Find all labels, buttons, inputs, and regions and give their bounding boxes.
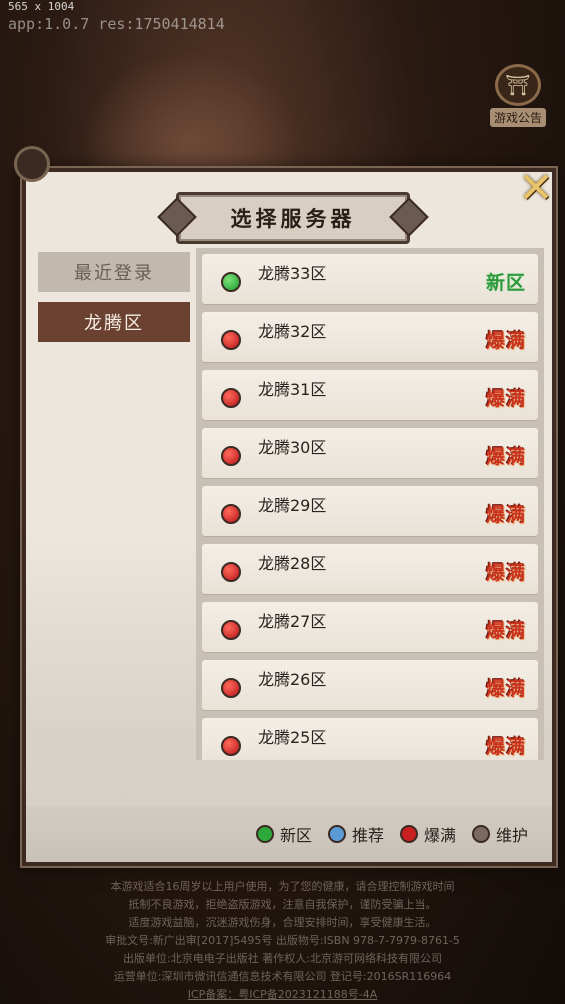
status-dot-icon [221, 504, 241, 524]
server-status: 爆满 [485, 736, 526, 758]
server-row[interactable]: 龙腾29区 爆满 [202, 486, 538, 536]
status-dot-icon [221, 388, 241, 408]
status-dot-icon [221, 562, 241, 582]
green-dot-icon [255, 825, 274, 843]
server-row[interactable]: 龙腾25区 爆满 [202, 718, 538, 760]
legend-label: 维护 [495, 826, 528, 845]
debug-overlay: 565 x 1004 app:1.0.7 res:1750414814 [8, 0, 225, 33]
server-row[interactable]: 龙腾32区 爆满 [202, 312, 538, 362]
server-row[interactable]: 龙腾31区 爆满 [202, 370, 538, 420]
server-select-panel: 选择服务器 ✕ 最近登录 龙腾区 龙腾33区 新区 龙腾32区 爆满 龙腾31区… [14, 146, 558, 866]
server-status: 爆满 [485, 678, 526, 700]
server-status: 爆满 [485, 504, 526, 526]
sidebar-item-longteng[interactable]: 龙腾区 [38, 302, 190, 342]
status-dot-icon [221, 678, 241, 698]
footer-line: 运营单位:深圳市微讯信通信息技术有限公司 登记号:2016SR116964 [113, 970, 452, 983]
server-row[interactable]: 龙腾27区 爆满 [202, 602, 538, 652]
game-notice-button[interactable]: ⛩ 游戏公告 [483, 60, 553, 130]
server-status: 爆满 [485, 388, 526, 410]
game-notice-label: 游戏公告 [489, 107, 546, 127]
sidebar-item-label: 龙腾区 [84, 313, 144, 334]
server-name: 龙腾29区 [258, 496, 327, 515]
server-group-sidebar: 最近登录 龙腾区 [38, 252, 190, 352]
close-icon[interactable]: ✕ [514, 166, 558, 210]
status-legend: 新区 推荐 爆满 维护 [26, 806, 552, 862]
red-dot-icon [399, 825, 418, 843]
server-status: 新区 [485, 272, 526, 294]
server-name: 龙腾25区 [258, 728, 327, 747]
server-name: 龙腾30区 [258, 438, 327, 457]
server-status: 爆满 [485, 562, 526, 584]
server-name: 龙腾31区 [258, 380, 327, 399]
sidebar-item-label: 最近登录 [74, 263, 154, 284]
footer-line: 出版单位:北京电电子出版社 著作权人:北京游可网络科技有限公司 [123, 952, 442, 965]
sidebar-item-recent[interactable]: 最近登录 [38, 252, 190, 292]
server-name: 龙腾32区 [258, 322, 327, 341]
legend-item-full: 爆满 [399, 822, 456, 846]
legal-footer: 本游戏适合16周岁以上用户使用，为了您的健康，请合理控制游戏时间 抵制不良游戏，… [0, 878, 565, 1004]
legend-item-maintenance: 维护 [471, 822, 528, 846]
status-dot-icon [221, 330, 241, 350]
icp-link[interactable]: ICP备案：粤ICP备2023121188号-4A [0, 986, 565, 1004]
legend-item-new: 新区 [255, 822, 312, 846]
server-status: 爆满 [485, 446, 526, 468]
status-dot-icon [221, 736, 241, 756]
panel-title: 选择服务器 [230, 206, 356, 231]
footer-line: 抵制不良游戏，拒绝盗版游戏，注意自我保护，谨防受骗上当。 [128, 898, 437, 911]
panel-pin-decoration [14, 146, 50, 182]
server-name: 龙腾26区 [258, 670, 327, 689]
status-dot-icon [221, 272, 241, 292]
server-name: 龙腾27区 [258, 612, 327, 631]
blue-dot-icon [327, 825, 346, 843]
legend-label: 爆满 [423, 826, 456, 845]
footer-line: 适度游戏益脑，沉迷游戏伤身，合理安排时间，享受健康生活。 [128, 916, 437, 929]
server-list[interactable]: 龙腾33区 新区 龙腾32区 爆满 龙腾31区 爆满 龙腾30区 爆满 龙腾29… [196, 248, 544, 760]
footer-line: 本游戏适合16周岁以上用户使用，为了您的健康，请合理控制游戏时间 [110, 880, 455, 893]
server-status: 爆满 [485, 620, 526, 642]
gray-dot-icon [471, 825, 490, 843]
legend-label: 推荐 [351, 826, 384, 845]
server-row[interactable]: 龙腾28区 爆满 [202, 544, 538, 594]
title-banner: 选择服务器 [176, 192, 410, 244]
footer-line: 审批文号:新广出审[2017]5495号 出版物号:ISBN 978-7-797… [105, 934, 460, 947]
server-row[interactable]: 龙腾26区 爆满 [202, 660, 538, 710]
notice-gate-icon: ⛩ [495, 63, 541, 106]
legend-item-recommended: 推荐 [327, 822, 384, 846]
status-dot-icon [221, 446, 241, 466]
debug-version: app:1.0.7 res:1750414814 [8, 15, 225, 33]
legend-label: 新区 [279, 826, 312, 845]
server-name: 龙腾28区 [258, 554, 327, 573]
server-name: 龙腾33区 [258, 264, 327, 283]
server-row[interactable]: 龙腾30区 爆满 [202, 428, 538, 478]
status-dot-icon [221, 620, 241, 640]
server-status: 爆满 [485, 330, 526, 352]
server-row[interactable]: 龙腾33区 新区 [202, 254, 538, 304]
debug-dimensions: 565 x 1004 [8, 0, 75, 13]
